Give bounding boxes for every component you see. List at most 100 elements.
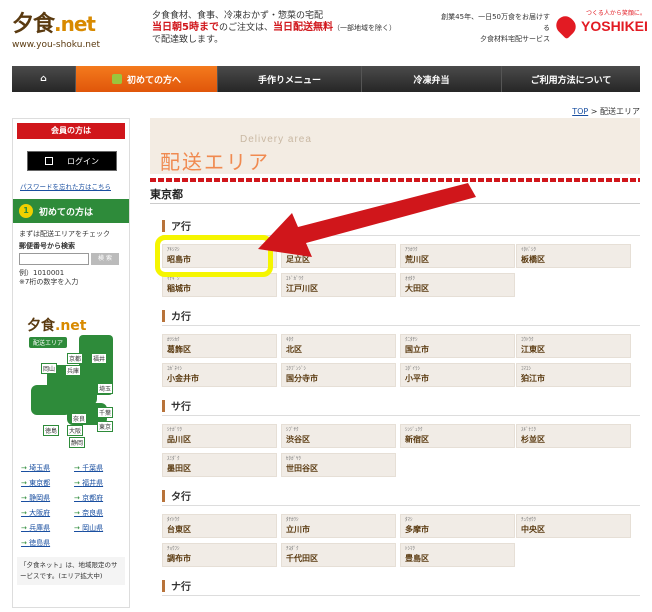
area-cell-edogawa[interactable]: ｴﾄﾞｶﾞﾜｸ 江戸川区 (281, 273, 396, 297)
pref-link-osaka[interactable]: 大阪府 (21, 508, 74, 518)
area-name: 立川市 (286, 525, 310, 534)
area-cell-shibuya[interactable]: ｼﾌﾞﾔｸ 渋谷区 (281, 424, 396, 448)
group-divider (162, 595, 640, 596)
area-cell-kunitachi[interactable]: ｸﾆﾀﾁｼ 国立市 (400, 334, 515, 358)
area-cell-suginami[interactable]: ｽｷﾞﾅﾐｸ 杉並区 (516, 424, 631, 448)
login-button[interactable]: ログイン (27, 151, 117, 171)
leaf-icon (111, 74, 122, 84)
map-tag-saitama[interactable]: 埼玉 (97, 383, 114, 394)
map-tag-chiba[interactable]: 千葉 (97, 407, 114, 418)
area-cell-koganei[interactable]: ｺｶﾞﾈｲｼ 小金井市 (162, 363, 277, 387)
map-tag-kyoto[interactable]: 京都 (67, 353, 84, 364)
nav-first-time[interactable]: 初めての方へ (76, 66, 218, 92)
area-kana: ｶﾂｼｶｸ (167, 337, 180, 343)
zip-search-button[interactable]: 検 索 (91, 253, 119, 265)
area-name: 調布市 (167, 554, 191, 563)
group-heading-ka: カ行 (162, 308, 191, 323)
pref-link-nara[interactable]: 奈良県 (74, 508, 127, 518)
area-cell-itabashi[interactable]: ｲﾀﾊﾞｼｸ 板橋区 (516, 244, 631, 268)
zip-search-row: 検 索 (19, 253, 129, 265)
zip-example: 例）1010001 ※7桁の数字を入力 (19, 269, 129, 287)
nav-how-to-use[interactable]: ご利用方法について (502, 66, 640, 92)
area-name: 稲城市 (167, 284, 191, 293)
area-cell-koto[interactable]: ｺｳﾄｳｸ 江東区 (516, 334, 631, 358)
area-cell-taito[interactable]: ﾀｲﾄｳｸ 台東区 (162, 514, 277, 538)
breadcrumb-separator: > (588, 107, 600, 116)
area-cell-shinagawa[interactable]: ｼﾅｶﾞﾜｸ 品川区 (162, 424, 277, 448)
group-divider (162, 505, 640, 506)
area-cell-katsushika[interactable]: ｶﾂｼｶｸ 葛飾区 (162, 334, 277, 358)
area-kana: ｷﾀｸ (286, 337, 294, 343)
area-name: 豊島区 (405, 554, 429, 563)
breadcrumb-top-link[interactable]: TOP (572, 107, 588, 116)
map-tag-okayama[interactable]: 岡山 (41, 363, 58, 374)
area-cell-kita[interactable]: ｷﾀｸ 北区 (281, 334, 396, 358)
area-name: 新宿区 (405, 435, 429, 444)
area-cell-chuo[interactable]: ﾁｭｳｵｳｸ 中央区 (516, 514, 631, 538)
delivery-area-map[interactable]: 夕食.net 配送エリア 京都 福井 岡山 兵庫 埼玉 千葉 奈良 東京 徳島 … (27, 315, 119, 448)
map-tag-hyogo[interactable]: 兵庫 (65, 365, 82, 376)
map-tag-nara[interactable]: 奈良 (71, 413, 88, 424)
area-cell-tachikawa[interactable]: ﾀﾁｶﾜｼ 立川市 (281, 514, 396, 538)
map-logo: 夕食.net (27, 315, 86, 335)
map-tag-osaka[interactable]: 大阪 (67, 425, 84, 436)
area-cell-kokubunji[interactable]: ｺｸﾌﾞﾝｼﾞｼ 国分寺市 (281, 363, 396, 387)
area-kana: ｲﾅｷﾞｼ (167, 276, 180, 282)
step-number-icon: 1 (19, 204, 33, 218)
pref-link-shizuoka[interactable]: 静岡県 (21, 493, 74, 503)
group-label: ア行 (171, 222, 191, 233)
brand-name: YOSHIKEI (581, 18, 648, 34)
area-cell-chofu[interactable]: ﾁｮｳﾌｼ 調布市 (162, 543, 277, 567)
area-name: 渋谷区 (286, 435, 310, 444)
area-name: 江東区 (521, 345, 545, 354)
pref-link-hyogo[interactable]: 兵庫県 (21, 523, 74, 533)
map-tag-tokushima[interactable]: 徳島 (43, 425, 60, 436)
home-icon: ⌂ (40, 74, 47, 84)
area-cell-setagaya[interactable]: ｾﾀｶﾞﾔｸ 世田谷区 (281, 453, 396, 477)
area-name: 杉並区 (521, 435, 545, 444)
pref-link-kyoto[interactable]: 京都府 (74, 493, 127, 503)
logo-url: www.you-shoku.net (12, 40, 101, 50)
map-tag-fukui[interactable]: 福井 (91, 353, 108, 364)
first-time-heading: 1 初めての方は (13, 199, 129, 223)
area-cell-ota[interactable]: ｵｵﾀｸ 大田区 (400, 273, 515, 297)
area-cell-chiyoda[interactable]: ﾁﾖﾀﾞｸ 千代田区 (281, 543, 396, 567)
pref-link-fukui[interactable]: 福井県 (74, 478, 127, 488)
tagline-free: 当日配送無料 (272, 22, 333, 33)
pref-link-chiba[interactable]: 千葉県 (74, 463, 127, 473)
area-cell-tama[interactable]: ﾀﾏｼ 多摩市 (400, 514, 515, 538)
area-kana: ｴﾄﾞｶﾞﾜｸ (286, 276, 304, 282)
zip-code-input[interactable] (19, 253, 89, 265)
group-label: タ行 (171, 492, 191, 503)
heading-bar (162, 309, 165, 322)
nav-handmade-menu[interactable]: 手作りメニュー (218, 66, 362, 92)
pref-link-tokushima[interactable]: 徳島県 (21, 538, 74, 548)
pref-link-tokyo[interactable]: 東京都 (21, 478, 74, 488)
nav-frozen-bento[interactable]: 冷凍弁当 (362, 66, 502, 92)
sidebar: 会員の方は ログイン パスワードを忘れた方はこちら 1 初めての方は まずは配送エ… (12, 118, 130, 608)
area-kana: ｺｸﾌﾞﾝｼﾞｼ (286, 366, 307, 372)
area-kana: ﾁｮｳﾌｼ (167, 546, 180, 552)
group-heading-na: ナ行 (162, 578, 191, 593)
header-tagline: 夕食食材、食事、冷凍おかず・惣菜の宅配 当日朝5時までのご注文は、当日配送無料（… (152, 10, 422, 46)
map-tag-shizuoka[interactable]: 静岡 (69, 437, 86, 448)
area-cell-komae[interactable]: ｺﾏｴｼ 狛江市 (516, 363, 631, 387)
hero-english-title: Delivery area (240, 134, 312, 145)
yoshikei-logo[interactable]: つくる人から笑顔に。 YOSHIKEI (552, 8, 648, 40)
area-name: 葛飾区 (167, 345, 191, 354)
area-cell-shinjuku[interactable]: ｼﾝｼﾞｭｸｸ 新宿区 (400, 424, 515, 448)
nav-label: 冷凍弁当 (413, 75, 450, 86)
map-tag-tokyo[interactable]: 東京 (97, 421, 114, 432)
area-cell-toshima[interactable]: ﾄｼﾏｸ 豊島区 (400, 543, 515, 567)
area-name: 大田区 (405, 284, 429, 293)
group-label: ナ行 (171, 582, 191, 593)
area-cell-sumida[interactable]: ｽﾐﾀﾞｸ 墨田区 (162, 453, 277, 477)
area-cell-kodaira[interactable]: ｺﾀﾞｲﾗｼ 小平市 (400, 363, 515, 387)
forgot-password-link[interactable]: パスワードを忘れた方はこちら (20, 181, 129, 191)
area-name: 小金井市 (167, 374, 199, 383)
nav-home[interactable]: ⌂ (12, 66, 76, 92)
pref-link-saitama[interactable]: 埼玉県 (21, 463, 74, 473)
company-line2: 夕食材料宅配サービス (480, 35, 550, 43)
pref-link-okayama[interactable]: 岡山県 (74, 523, 127, 533)
site-logo[interactable]: 夕食.net www.you-shoku.net (12, 6, 122, 56)
